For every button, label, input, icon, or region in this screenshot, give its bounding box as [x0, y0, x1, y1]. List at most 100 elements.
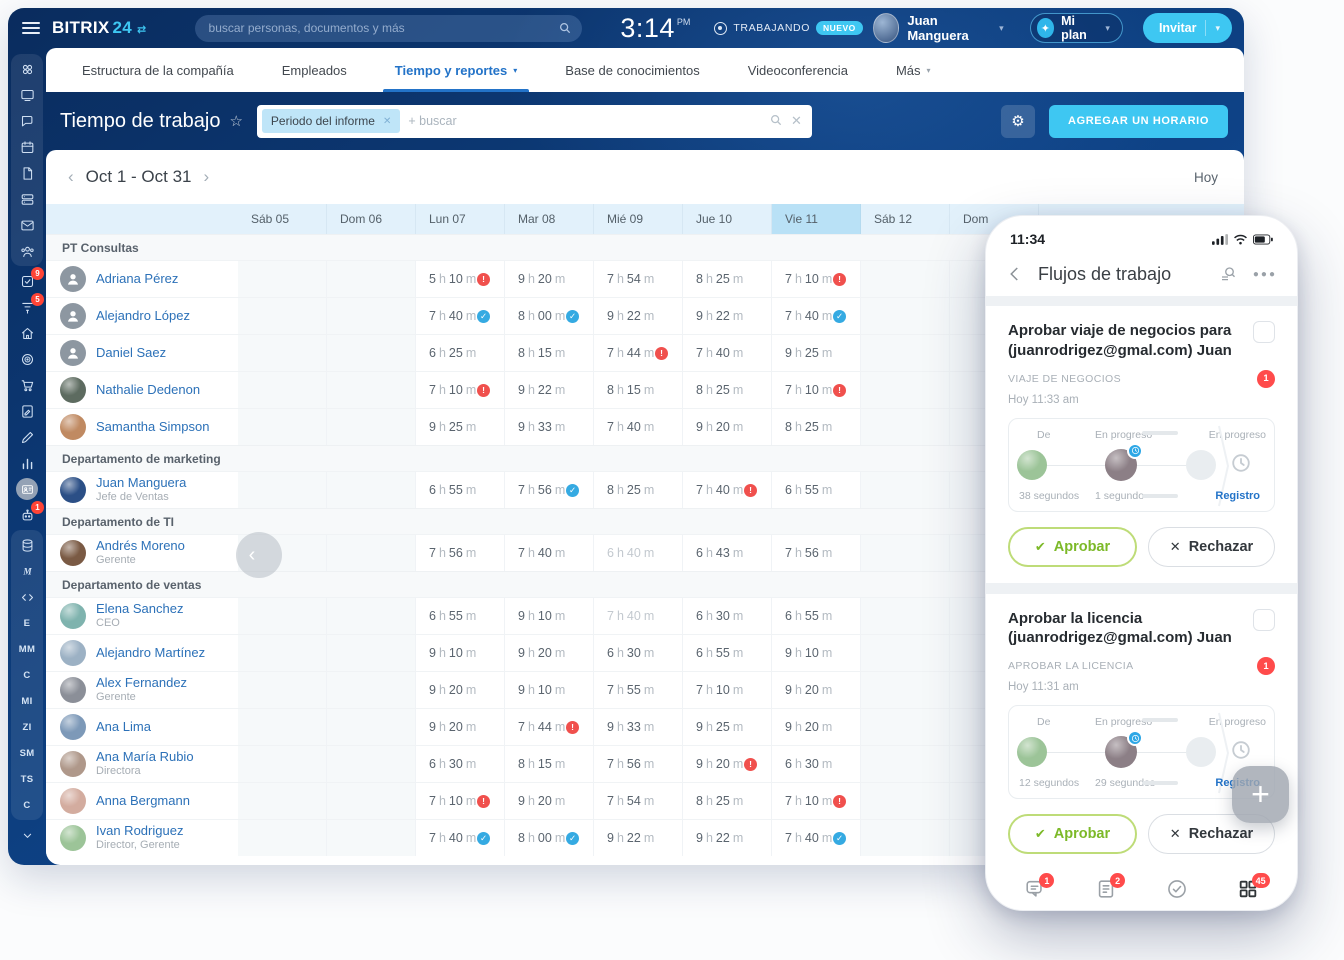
time-cell[interactable]: 8h00m✓: [505, 298, 594, 334]
time-cell[interactable]: 9h33m: [505, 409, 594, 445]
time-cell[interactable]: 8h15m: [505, 335, 594, 371]
collapse-names-button[interactable]: ‹: [236, 532, 282, 578]
time-cell[interactable]: 8h25m: [683, 783, 772, 819]
pinwheel-icon[interactable]: [11, 56, 43, 82]
time-cell[interactable]: [238, 335, 327, 371]
time-cell[interactable]: 7h56m: [772, 535, 861, 571]
time-cell[interactable]: [861, 783, 950, 819]
time-cell[interactable]: [861, 261, 950, 297]
time-cell[interactable]: [238, 709, 327, 745]
time-cell[interactable]: 9h22m: [594, 298, 683, 334]
time-cell[interactable]: [327, 783, 416, 819]
phone-tab-feed[interactable]: Feed2: [1071, 878, 1142, 911]
time-cell[interactable]: 9h10m: [772, 635, 861, 671]
drive-icon[interactable]: [11, 186, 43, 212]
time-cell[interactable]: 9h22m: [683, 820, 772, 856]
workflow-checkbox[interactable]: [1253, 321, 1275, 343]
chevron-down-icon[interactable]: [11, 822, 43, 848]
time-cell[interactable]: [238, 598, 327, 634]
time-cell[interactable]: 6h43m: [683, 535, 772, 571]
time-cell[interactable]: [238, 409, 327, 445]
approve-button[interactable]: ✔Aprobar: [1008, 527, 1137, 567]
time-cell[interactable]: 8h15m: [505, 746, 594, 782]
time-cell[interactable]: 7h55m: [594, 672, 683, 708]
time-cell[interactable]: [238, 820, 327, 856]
approve-button[interactable]: ✔Aprobar: [1008, 814, 1137, 854]
day-header-s-b-12[interactable]: Sáb 12: [861, 204, 950, 234]
time-cell[interactable]: 6h30m: [594, 635, 683, 671]
time-cell[interactable]: 9h10m: [416, 635, 505, 671]
time-cell[interactable]: 9h20m!: [683, 746, 772, 782]
time-cell[interactable]: 8h15m: [594, 372, 683, 408]
marketing-icon[interactable]: [11, 346, 43, 372]
time-cell[interactable]: 7h10m!: [772, 372, 861, 408]
time-cell[interactable]: [327, 335, 416, 371]
time-cell[interactable]: 7h56m✓: [505, 472, 594, 508]
automation-icon[interactable]: 5: [11, 294, 43, 320]
time-cell[interactable]: [327, 672, 416, 708]
back-arrow-icon[interactable]: [1006, 265, 1024, 283]
time-cell[interactable]: 6h55m: [416, 598, 505, 634]
prev-period-icon[interactable]: ‹: [66, 167, 76, 187]
time-cell[interactable]: [861, 746, 950, 782]
time-cell[interactable]: [327, 709, 416, 745]
time-cell[interactable]: 9h25m: [772, 335, 861, 371]
workspace-E[interactable]: E: [11, 610, 43, 636]
time-cell[interactable]: 7h10m!: [416, 372, 505, 408]
time-cell[interactable]: 6h30m: [772, 746, 861, 782]
employee-name-link[interactable]: Alejandro López: [96, 309, 190, 324]
employee-name-link[interactable]: Juan Manguera: [96, 476, 186, 491]
time-cell[interactable]: 6h55m: [683, 635, 772, 671]
tab-tiempo-y-reportes[interactable]: Tiempo y reportes▾: [373, 48, 539, 92]
phone-tab-tareas[interactable]: Tareas: [1142, 878, 1213, 911]
time-cell[interactable]: [327, 409, 416, 445]
time-cell[interactable]: [238, 746, 327, 782]
mail-icon[interactable]: [11, 212, 43, 238]
code-icon[interactable]: [11, 584, 43, 610]
employee-name-link[interactable]: Ana Lima: [96, 720, 151, 735]
time-cell[interactable]: 9h22m: [505, 372, 594, 408]
switch-account-icon[interactable]: ⇄: [137, 23, 147, 36]
day-header-jue-10[interactable]: Jue 10: [683, 204, 772, 234]
time-cell[interactable]: 7h40m: [594, 409, 683, 445]
time-cell[interactable]: 9h20m: [772, 709, 861, 745]
time-cell[interactable]: 7h40m: [505, 535, 594, 571]
day-header-vie-11[interactable]: Vie 11: [772, 204, 861, 234]
filter-chip-periodo[interactable]: Periodo del informe ✕: [262, 109, 400, 133]
time-cell[interactable]: 6h40m: [594, 535, 683, 571]
workspace-ZI[interactable]: ZI: [11, 714, 43, 740]
hamburger-menu-icon[interactable]: [22, 22, 40, 34]
time-cell[interactable]: 8h25m: [594, 472, 683, 508]
employee-name-link[interactable]: Anna Bergmann: [96, 794, 190, 809]
workspace-SM[interactable]: SM: [11, 740, 43, 766]
workspace-MM[interactable]: MM: [11, 636, 43, 662]
time-cell[interactable]: 9h20m: [772, 672, 861, 708]
time-cell[interactable]: 9h10m: [505, 672, 594, 708]
time-cell[interactable]: 9h20m: [416, 672, 505, 708]
remove-chip-icon[interactable]: ✕: [383, 116, 391, 127]
time-cell[interactable]: 8h00m✓: [505, 820, 594, 856]
database-icon[interactable]: [11, 532, 43, 558]
employee-name-link[interactable]: Adriana Pérez: [96, 272, 178, 287]
news-icon[interactable]: [11, 82, 43, 108]
my-plan-button[interactable]: ✦ Mi plan ▾: [1030, 13, 1123, 43]
clear-filter-icon[interactable]: ✕: [791, 113, 802, 129]
employee-name-link[interactable]: Nathalie Dedenon: [96, 383, 200, 398]
sign-icon[interactable]: [11, 398, 43, 424]
add-schedule-button[interactable]: AGREGAR UN HORARIO: [1049, 105, 1228, 138]
time-cell[interactable]: 9h20m: [416, 709, 505, 745]
time-cell[interactable]: [238, 372, 327, 408]
time-cell[interactable]: 7h54m: [594, 261, 683, 297]
time-cell[interactable]: 6h30m: [416, 746, 505, 782]
filter-search-icon[interactable]: [769, 113, 783, 130]
favorite-star-icon[interactable]: ☆: [229, 112, 242, 130]
time-cell[interactable]: 7h40m✓: [772, 820, 861, 856]
time-cell[interactable]: 6h55m: [772, 598, 861, 634]
company-icon[interactable]: [11, 320, 43, 346]
time-cell[interactable]: [327, 372, 416, 408]
time-cell[interactable]: [238, 261, 327, 297]
ai-icon[interactable]: 1: [11, 502, 43, 528]
time-cell[interactable]: 6h25m: [416, 335, 505, 371]
day-header-mi-09[interactable]: Mié 09: [594, 204, 683, 234]
workflow-checkbox[interactable]: [1253, 609, 1275, 631]
